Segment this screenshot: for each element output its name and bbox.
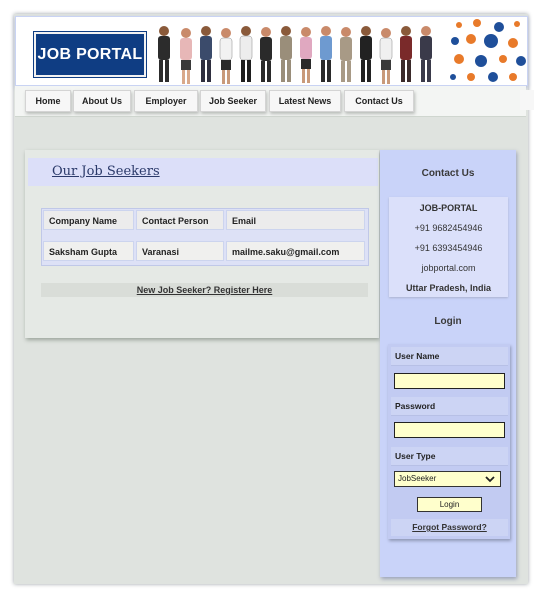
site-logo[interactable]: JOB PORTAL xyxy=(33,31,147,78)
contact-website: jobportal.com xyxy=(421,263,476,273)
nav-latest-news[interactable]: Latest News xyxy=(269,90,341,112)
contact-location: Uttar Pradesh, India xyxy=(405,283,492,293)
nav-about-us[interactable]: About Us xyxy=(73,90,131,112)
register-link[interactable]: New Job Seeker? Register Here xyxy=(137,285,273,295)
chevron-down-icon xyxy=(485,476,495,483)
password-label: Password xyxy=(395,401,436,411)
forgot-password-link[interactable]: Forgot Password? xyxy=(412,522,487,532)
password-field[interactable] xyxy=(394,422,505,438)
table-cell-contact-person: Varanasi xyxy=(136,241,224,261)
table-header-company: Company Name xyxy=(43,210,134,230)
contact-phone-2: +91 6393454946 xyxy=(414,243,483,253)
contact-heading: Contact Us xyxy=(421,168,475,179)
nav-bar: Home About Us Employer Job Seeker Latest… xyxy=(15,86,534,117)
nav-job-seeker[interactable]: Job Seeker xyxy=(200,90,266,112)
page-title: Our Job Seekers xyxy=(52,164,160,179)
table-cell-company: Saksham Gupta xyxy=(43,241,134,261)
usertype-label: User Type xyxy=(395,451,436,461)
register-bar: New Job Seeker? Register Here xyxy=(41,283,368,297)
contact-company-name: JOB-PORTAL xyxy=(419,203,478,213)
nav-spacer xyxy=(520,90,534,110)
table-header-email: Email xyxy=(226,210,365,230)
password-label-row: Password xyxy=(391,397,508,416)
table-header-contact-person: Contact Person xyxy=(136,210,224,230)
username-label: User Name xyxy=(395,351,440,361)
people-banner-image xyxy=(158,26,432,84)
usertype-selected-value: JobSeeker xyxy=(398,474,437,483)
header-banner: JOB PORTAL xyxy=(15,16,528,86)
login-heading: Login xyxy=(434,316,462,327)
username-label-row: User Name xyxy=(391,347,508,366)
table-cell-email: mailme.saku@gmail.com xyxy=(226,241,365,261)
login-button[interactable]: Login xyxy=(417,497,482,512)
contact-phone-1: +91 9682454946 xyxy=(414,223,483,233)
decorative-dots xyxy=(450,19,526,82)
usertype-select[interactable]: JobSeeker xyxy=(394,471,501,487)
nav-employer[interactable]: Employer xyxy=(134,90,198,112)
forgot-password-row: Forgot Password? xyxy=(391,519,508,536)
nav-contact-us[interactable]: Contact Us xyxy=(344,90,414,112)
nav-home[interactable]: Home xyxy=(25,90,71,112)
usertype-label-row: User Type xyxy=(391,447,508,466)
username-field[interactable] xyxy=(394,373,505,389)
